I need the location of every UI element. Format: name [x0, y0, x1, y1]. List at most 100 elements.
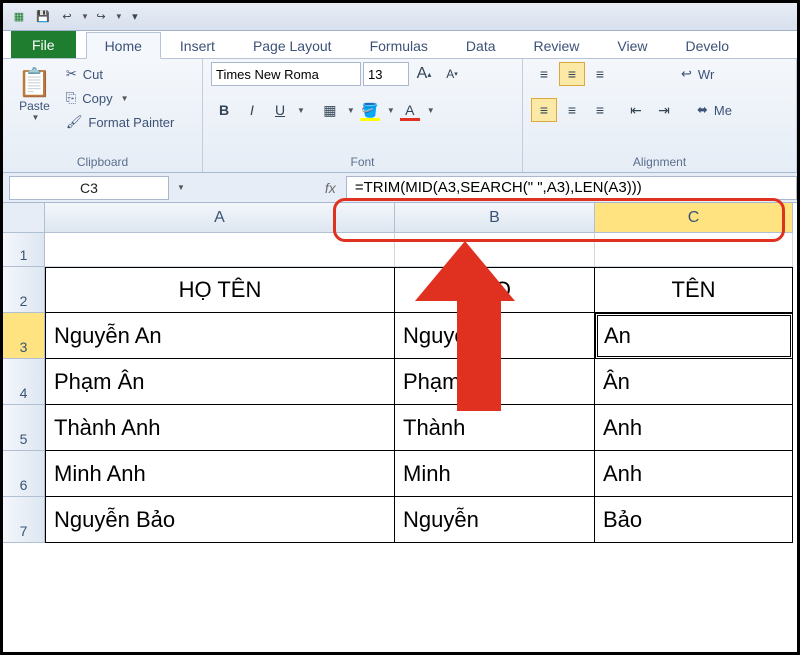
cell-a6[interactable]: Minh Anh [45, 451, 395, 497]
ribbon: 📋 Paste ▼ ✂Cut ⎘ Copy ▼ 🖌Format Painter Cl… [3, 59, 797, 173]
select-all-corner[interactable] [3, 203, 45, 233]
paste-button[interactable]: 📋 Paste ▼ [11, 62, 58, 126]
align-right-button[interactable]: ≡ [587, 98, 613, 122]
cell-b5[interactable]: Thành [395, 405, 595, 451]
tab-view[interactable]: View [598, 32, 666, 58]
align-middle-button[interactable]: ≡ [559, 62, 585, 86]
cell-c3[interactable]: An [595, 313, 793, 359]
increase-indent-button[interactable]: ⇥ [651, 98, 677, 122]
font-color-button[interactable]: A [397, 98, 423, 122]
tab-data[interactable]: Data [447, 32, 515, 58]
cell-c4[interactable]: Ân [595, 359, 793, 405]
redo-icon[interactable]: ↪ [92, 8, 110, 26]
copy-label: Copy [82, 91, 112, 106]
alignment-group-label: Alignment [531, 153, 788, 172]
fx-icon[interactable]: fx [325, 180, 336, 196]
cell-a5[interactable]: Thành Anh [45, 405, 395, 451]
underline-dropdown-icon[interactable]: ▼ [297, 106, 305, 115]
cell-a4[interactable]: Phạm Ân [45, 359, 395, 405]
row-header-1[interactable]: 1 [3, 233, 45, 267]
row-header-5[interactable]: 5 [3, 405, 45, 451]
tab-home[interactable]: Home [86, 32, 161, 59]
group-font: A▴ A▾ B I U▼ ▦▼ 🪣▼ A▼ Font [203, 59, 523, 172]
merge-icon: ⬌ [697, 102, 708, 118]
tab-review[interactable]: Review [515, 32, 599, 58]
italic-button[interactable]: I [239, 98, 265, 122]
fill-dropdown-icon[interactable]: ▼ [387, 106, 395, 115]
undo-dropdown-icon[interactable]: ▼ [81, 12, 89, 21]
qat-customize-icon[interactable]: ▾ [126, 8, 144, 26]
copy-icon: ⎘ [66, 90, 76, 106]
redo-dropdown-icon[interactable]: ▼ [115, 12, 123, 21]
align-left-button[interactable]: ≡ [531, 98, 557, 122]
formula-bar-row: ▼ fx [3, 173, 797, 203]
row-header-6[interactable]: 6 [3, 451, 45, 497]
col-header-a[interactable]: A [45, 203, 395, 233]
align-bottom-button[interactable]: ≡ [587, 62, 613, 86]
tab-insert[interactable]: Insert [161, 32, 234, 58]
grow-font-button[interactable]: A▴ [411, 62, 437, 86]
copy-button[interactable]: ⎘ Copy ▼ [62, 88, 179, 108]
cell-a1[interactable] [45, 233, 395, 267]
align-center-button[interactable]: ≡ [559, 98, 585, 122]
cell-a3[interactable]: Nguyễn An [45, 313, 395, 359]
merge-label: Me [714, 103, 732, 118]
tab-file[interactable]: File [11, 31, 76, 58]
namebox-dropdown-icon[interactable]: ▼ [177, 183, 185, 192]
tab-formulas[interactable]: Formulas [351, 32, 447, 58]
borders-dropdown-icon[interactable]: ▼ [347, 106, 355, 115]
borders-button[interactable]: ▦ [317, 98, 343, 122]
merge-button[interactable]: ⬌ Me [693, 100, 736, 120]
cell-b3[interactable]: Nguyễn [395, 313, 595, 359]
row-header-7[interactable]: 7 [3, 497, 45, 543]
font-name-select[interactable] [211, 62, 361, 86]
cell-c1[interactable] [595, 233, 793, 267]
group-clipboard: 📋 Paste ▼ ✂Cut ⎘ Copy ▼ 🖌Format Painter Cl… [3, 59, 203, 172]
clipboard-icon: 📋 [17, 66, 52, 99]
cell-c5[interactable]: Anh [595, 405, 793, 451]
cell-b4[interactable]: Phạm [395, 359, 595, 405]
cell-c7[interactable]: Bảo [595, 497, 793, 543]
save-icon[interactable]: 💾 [34, 8, 52, 26]
paste-label: Paste [19, 99, 50, 113]
bold-button[interactable]: B [211, 98, 237, 122]
cell-c6[interactable]: Anh [595, 451, 793, 497]
cell-a2[interactable]: HỌ TÊN [45, 267, 395, 313]
quick-access-toolbar: ▦ 💾 ↩▼ ↪▼ ▾ [3, 3, 797, 31]
wrap-icon: ↩ [681, 66, 692, 82]
row-header-2[interactable]: 2 [3, 267, 45, 313]
row-header-4[interactable]: 4 [3, 359, 45, 405]
undo-icon[interactable]: ↩ [58, 8, 76, 26]
cut-button[interactable]: ✂Cut [62, 64, 179, 84]
fontcolor-dropdown-icon[interactable]: ▼ [427, 106, 435, 115]
formula-bar[interactable] [346, 176, 797, 200]
shrink-font-button[interactable]: A▾ [439, 62, 465, 86]
wrap-text-button[interactable]: ↩ Wr [677, 64, 718, 84]
cell-c2[interactable]: TÊN [595, 267, 793, 313]
paste-dropdown-icon[interactable]: ▼ [31, 113, 39, 122]
brush-icon: 🖌 [66, 114, 83, 130]
name-box[interactable] [9, 176, 169, 200]
cell-a7[interactable]: Nguyễn Bảo [45, 497, 395, 543]
decrease-indent-button[interactable]: ⇤ [623, 98, 649, 122]
ribbon-tabs: File Home Insert Page Layout Formulas Da… [3, 31, 797, 59]
cell-b2[interactable]: HỌ [395, 267, 595, 313]
cut-label: Cut [83, 67, 103, 82]
align-top-button[interactable]: ≡ [531, 62, 557, 86]
tab-page-layout[interactable]: Page Layout [234, 32, 351, 58]
wrap-label: Wr [698, 67, 714, 82]
spreadsheet-grid: A B C 1 2 HỌ TÊN HỌ TÊN 3 Nguyễn An Nguy… [3, 203, 797, 543]
col-header-b[interactable]: B [395, 203, 595, 233]
copy-dropdown-icon[interactable]: ▼ [121, 94, 129, 103]
row-header-3[interactable]: 3 [3, 313, 45, 359]
underline-button[interactable]: U [267, 98, 293, 122]
font-size-select[interactable] [363, 62, 409, 86]
cell-b7[interactable]: Nguyễn [395, 497, 595, 543]
fill-color-button[interactable]: 🪣 [357, 98, 383, 122]
cell-b6[interactable]: Minh [395, 451, 595, 497]
tab-developer[interactable]: Develo [667, 32, 749, 58]
clipboard-group-label: Clipboard [11, 153, 194, 172]
col-header-c[interactable]: C [595, 203, 793, 233]
cell-b1[interactable] [395, 233, 595, 267]
format-painter-button[interactable]: 🖌Format Painter [62, 112, 179, 132]
